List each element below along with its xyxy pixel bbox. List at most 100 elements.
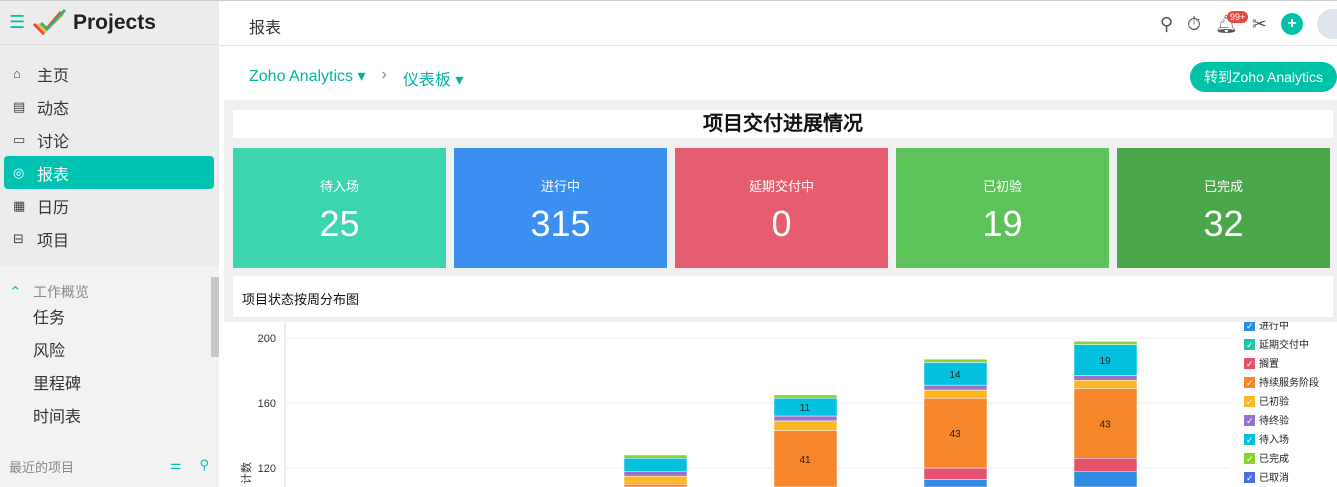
sub-item-2[interactable]: 里程碑: [0, 368, 219, 401]
notifications-icon[interactable]: 🔔︎ 99+: [1215, 10, 1249, 35]
home-icon: ⌂: [13, 66, 21, 81]
sidebar-item-label: 项目: [37, 232, 70, 250]
sidebar-item-label: 讨论: [37, 133, 70, 151]
sidebar-item-label: 日历: [37, 199, 70, 217]
sidebar-scrollbar[interactable]: [211, 277, 219, 357]
bar-segment[interactable]: [923, 467, 988, 480]
kpi-value: 315: [530, 203, 591, 244]
kpi-value: 32: [1203, 203, 1244, 244]
kpi-card[interactable]: 进行中 315: [454, 148, 667, 268]
bar-segment[interactable]: [1073, 380, 1138, 389]
check-icon: ✓: [1246, 416, 1254, 426]
kpi-card[interactable]: 待入场 25: [233, 148, 446, 268]
work-overview-toggle[interactable]: ⌃ 工作概览: [0, 266, 219, 302]
bar-segment[interactable]: [773, 420, 838, 431]
y-tick-label: 200: [258, 333, 276, 345]
sidebar-item-5[interactable]: ⊟ 项目: [4, 222, 214, 255]
legend-label: 已完成: [1259, 452, 1289, 465]
bar-segment[interactable]: [923, 358, 988, 363]
kpi-label: 已初验: [982, 179, 1022, 194]
check-icon: ✓: [1246, 435, 1254, 445]
sidebar-item-1[interactable]: ▤ 动态: [4, 90, 214, 123]
legend-label: 持续服务阶段: [1259, 376, 1319, 389]
kpi-label: 进行中: [540, 179, 580, 194]
y-axis-label: 计数: [240, 462, 253, 484]
legend-item[interactable]: ✓ 待终验: [1244, 414, 1289, 427]
legend-item[interactable]: ✓ 已取消: [1244, 471, 1289, 484]
legend-item[interactable]: ✓ 延期交付中: [1244, 338, 1309, 351]
y-tick-label: 120: [258, 463, 276, 475]
data-label: 41: [799, 455, 811, 466]
search-icon[interactable]: ⚲: [199, 457, 209, 476]
kpi-card[interactable]: 延期交付中 0: [675, 148, 888, 268]
add-button[interactable]: +: [1281, 13, 1303, 35]
legend-item[interactable]: ✓ 已初验: [1244, 395, 1289, 408]
breadcrumb-dashboard[interactable]: 仪表板 ▾: [403, 66, 464, 90]
data-label: 11: [800, 403, 811, 414]
legend-label: 搁置: [1259, 357, 1279, 370]
tools-icon[interactable]: ✂: [1252, 14, 1267, 35]
check-icon: ✓: [1246, 322, 1254, 331]
data-label: 19: [1099, 356, 1111, 367]
chevron-right-icon: ›: [381, 66, 387, 83]
legend-item[interactable]: ✓ 持续服务阶段: [1244, 376, 1319, 389]
kpi-card[interactable]: 已初验 19: [896, 148, 1109, 268]
bar-segment[interactable]: [623, 454, 688, 459]
kpi-label: 已完成: [1203, 179, 1243, 194]
timer-icon[interactable]: ⏱: [1187, 14, 1201, 35]
chevron-up-icon: ⌃: [9, 284, 22, 301]
bar-segment[interactable]: [773, 415, 838, 422]
bar-segment[interactable]: [1073, 458, 1138, 472]
kpi-label: 延期交付中: [748, 179, 814, 194]
legend-label: 已取消: [1259, 471, 1289, 484]
sidebar-item-4[interactable]: ▦ 日历: [4, 189, 214, 222]
page-title: 报表: [249, 20, 282, 37]
kpi-card[interactable]: 已完成 32: [1117, 148, 1330, 268]
bar-segment[interactable]: [1073, 471, 1138, 487]
filter-icon[interactable]: ⚌: [170, 457, 182, 476]
menu-icon[interactable]: ☰: [9, 12, 31, 33]
bar-segment[interactable]: [623, 458, 688, 472]
notification-badge: 99+: [1227, 10, 1249, 23]
legend-label: 已初验: [1259, 395, 1289, 408]
goto-zoho-analytics-button[interactable]: 转到Zoho Analytics: [1190, 62, 1337, 92]
bar-segment[interactable]: [923, 479, 988, 487]
legend-item[interactable]: ✓ 搁置: [1244, 357, 1279, 370]
chart-title: 项目状态按周分布图: [233, 276, 1333, 318]
stacked-bar-chart: 120 160 200 计数 41 11 43 14 43 19 ✓ 进行中 ✓ 延期交付中 ✓ 搁置 ✓ 持续服…: [240, 322, 1319, 487]
bar-segment[interactable]: [1073, 341, 1138, 345]
search-icon[interactable]: ⚲: [1160, 14, 1173, 35]
dashboard-title: 项目交付进展情况: [233, 110, 1333, 138]
check-icon: ✓: [1246, 378, 1254, 388]
sidebar-item-0[interactable]: ⌂ 主页: [4, 57, 214, 90]
app-name: Projects: [73, 10, 156, 34]
legend-label: 待终验: [1259, 414, 1289, 427]
reports-icon: ◎: [13, 164, 25, 180]
sidebar-item-label: 动态: [37, 100, 70, 118]
legend-label: 延期交付中: [1259, 338, 1309, 351]
top-header: 报表 ⚲ ⏱ 🔔︎ 99+ ✂ +: [219, 0, 1337, 46]
sidebar-item-2[interactable]: ▭ 讨论: [4, 123, 214, 156]
dashboard: 项目交付进展情况 待入场 25 进行中 315 延期交付中 0 已初验 19 已完成 32 项目状…: [224, 100, 1337, 322]
breadcrumb-analytics[interactable]: Zoho Analytics ▾: [249, 66, 366, 90]
check-icon: ✓: [1246, 473, 1254, 483]
sub-item-0[interactable]: 任务: [0, 302, 219, 335]
projects-icon: ⊟: [13, 230, 24, 246]
bar-segment[interactable]: [1073, 375, 1138, 381]
legend-item[interactable]: ✓ 已完成: [1244, 452, 1289, 465]
bar-segment[interactable]: [923, 389, 988, 399]
sidebar-item-label: 报表: [37, 166, 70, 184]
bar-segment[interactable]: [773, 394, 838, 399]
check-icon: ✓: [1246, 454, 1254, 464]
bar-segment[interactable]: [923, 384, 988, 391]
legend-item[interactable]: ✓ 进行中: [1244, 322, 1289, 332]
bar-segment[interactable]: [623, 471, 688, 477]
legend-item[interactable]: ✓ 待入场: [1244, 433, 1289, 446]
sub-item-3[interactable]: 时间表: [0, 401, 219, 434]
bar-segment[interactable]: [623, 475, 688, 485]
sub-item-1[interactable]: 风险: [0, 335, 219, 368]
kpi-label: 待入场: [319, 179, 359, 194]
sidebar-item-3[interactable]: ◎ 报表: [4, 156, 214, 189]
check-icon: ✓: [1246, 340, 1254, 350]
avatar[interactable]: [1317, 9, 1337, 39]
